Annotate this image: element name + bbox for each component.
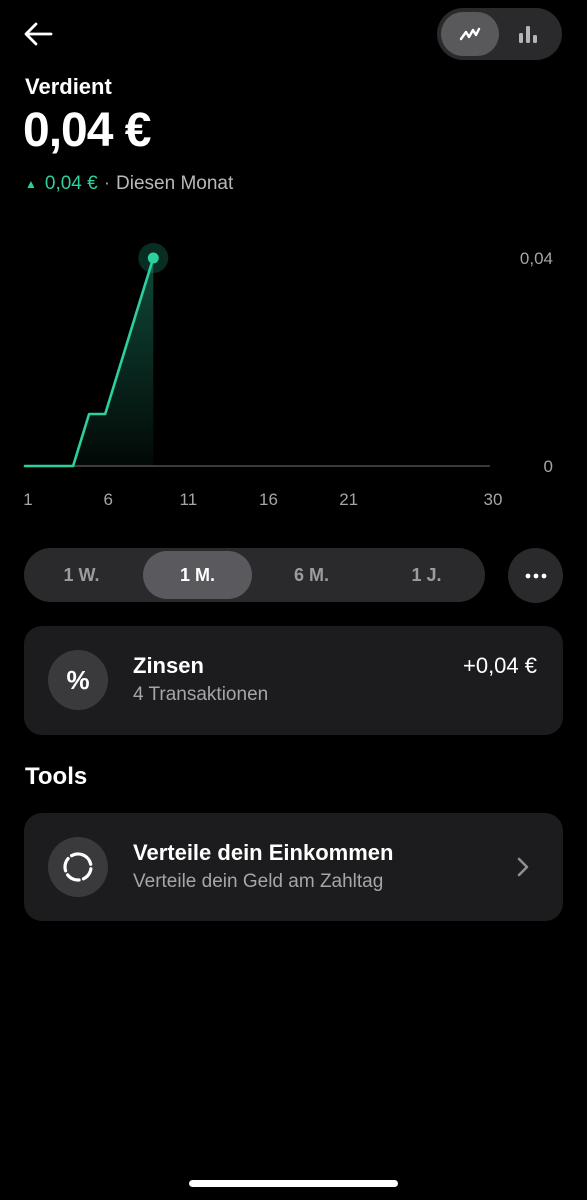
interest-amount: +0,04 € [462,653,537,678]
tool-title: Verteile dein Einkommen [133,840,394,865]
line-chart-toggle-button[interactable] [441,12,499,56]
interest-subtitle: 4 Transaktionen [133,684,269,705]
change-amount: 0,04 € [44,173,98,194]
percent-glyph: % [66,664,90,695]
change-summary: ▲ 0,04 € · Diesen Monat [25,173,233,195]
x-tick-label: 1 [23,490,32,509]
home-indicator [189,1180,398,1187]
y-tick-label: 0 [544,457,553,476]
range-option-1w[interactable]: 1 W. [27,551,136,599]
earnings-chart[interactable]: 1 6 11 16 21 300,040 [0,230,587,520]
x-tick-label: 11 [180,490,198,509]
more-horizontal-icon [525,573,546,578]
circle-split-glyph [63,852,93,882]
bar-chart-toggle-button[interactable] [499,12,557,56]
circle-split-icon [48,837,108,897]
range-option-1j[interactable]: 1 J. [372,551,481,599]
interest-title: Zinsen [133,653,204,678]
arrow-left-icon [24,22,53,46]
change-period: Diesen Monat [116,173,234,194]
bar-chart-icon [519,26,537,43]
earned-amount: 0,04 € [23,104,151,157]
percent-icon: % [48,650,108,710]
x-tick-label: 30 [484,490,503,509]
change-indicator: ▲ 0,04 € [25,173,98,195]
chart-area-fill [25,258,154,466]
earned-label: Verdient [25,74,112,99]
x-tick-label: 21 [339,490,358,509]
range-option-6m[interactable]: 6 M. [257,551,366,599]
x-tick-label: 6 [103,490,112,509]
chevron-right-icon [517,857,529,877]
y-tick-label: 0,04 [520,249,553,268]
interest-card[interactable]: % Zinsen 4 Transaktionen +0,04 € [24,626,563,735]
chart-type-toggle[interactable] [437,8,562,60]
back-button[interactable] [18,14,58,54]
separator-dot: · [103,173,111,194]
tools-heading: Tools [25,763,88,790]
tool-item-distribute-income[interactable]: Verteile dein Einkommen Verteile dein Ge… [24,813,563,921]
triangle-up-icon: ▲ [25,177,37,191]
x-tick-label: 16 [259,490,278,509]
tool-subtitle: Verteile dein Geld am Zahltag [133,871,384,892]
line-chart-icon [459,27,481,41]
time-range-selector: 1 W. 1 M. 6 M. 1 J. [24,548,485,602]
more-options-button[interactable] [508,548,563,603]
chart-point-last [147,252,159,264]
range-option-1m[interactable]: 1 M. [143,551,252,599]
